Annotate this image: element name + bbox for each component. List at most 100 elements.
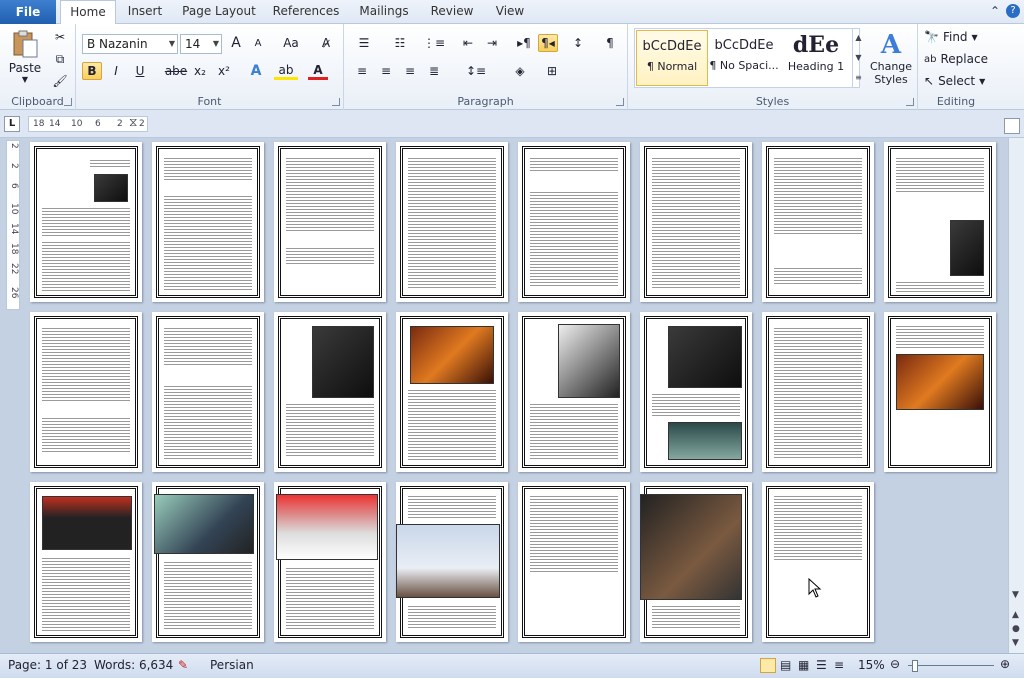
superscript-button[interactable]: x² <box>214 62 234 80</box>
replace-button[interactable]: ab Replace <box>924 50 994 68</box>
help-icon[interactable]: ? <box>1006 4 1020 18</box>
format-painter-button[interactable]: 🖌 <box>50 72 70 90</box>
tab-file[interactable]: File <box>0 0 56 24</box>
page-thumbnail[interactable] <box>274 482 386 642</box>
tab-selector[interactable]: L <box>4 116 20 132</box>
styles-dialog-launcher[interactable] <box>906 98 914 106</box>
page-thumbnail[interactable] <box>640 142 752 302</box>
ltr-button[interactable]: ▸¶ <box>514 34 534 52</box>
tab-insert[interactable]: Insert <box>122 0 168 24</box>
page-thumbnail[interactable] <box>518 142 630 302</box>
clear-formatting-button[interactable]: A̷ <box>316 34 336 52</box>
page-thumbnail[interactable] <box>30 142 142 302</box>
page-thumbnail[interactable] <box>884 142 996 302</box>
page-thumbnail[interactable] <box>152 142 264 302</box>
tab-review[interactable]: Review <box>424 0 480 24</box>
paragraph-dialog-launcher[interactable] <box>616 98 624 106</box>
page-thumbnail[interactable] <box>396 312 508 472</box>
zoom-out-icon[interactable]: ⊖ <box>890 657 900 671</box>
page-thumbnail[interactable] <box>640 482 752 642</box>
zoom-in-icon[interactable]: ⊕ <box>1000 657 1010 671</box>
italic-button[interactable]: I <box>106 62 126 80</box>
page-thumbnail[interactable] <box>518 312 630 472</box>
highlight-button[interactable]: ab <box>274 62 298 80</box>
page-thumbnail[interactable] <box>884 312 996 472</box>
font-dialog-launcher[interactable] <box>332 98 340 106</box>
paste-button[interactable]: Paste ▼ <box>6 28 44 84</box>
change-case-button[interactable]: Aa <box>278 34 304 52</box>
page-thumbnail[interactable] <box>30 482 142 642</box>
page-counter[interactable]: Page: 1 of 23 <box>8 658 87 672</box>
numbering-button[interactable]: ☷ <box>388 34 412 52</box>
outline-view-icon[interactable]: ☰ <box>816 658 827 672</box>
word-count[interactable]: Words: 6,634 <box>94 658 173 672</box>
page-thumbnail[interactable] <box>274 312 386 472</box>
vertical-scrollbar[interactable]: ▼ ▲ ● ▼ <box>1008 138 1024 653</box>
shading-button[interactable]: ◈ <box>508 62 532 80</box>
zoom-slider-thumb[interactable] <box>912 660 918 672</box>
shrink-font-button[interactable]: A <box>248 34 268 52</box>
justify-button[interactable]: ≣ <box>424 62 444 80</box>
borders-button[interactable]: ⊞ <box>540 62 564 80</box>
bullets-button[interactable]: ☰ <box>352 34 376 52</box>
full-screen-reading-icon[interactable]: ▤ <box>780 658 791 672</box>
minimize-ribbon-icon[interactable]: ⌃ <box>990 4 1000 18</box>
page-thumbnail[interactable] <box>152 482 264 642</box>
strikethrough-button[interactable]: abe <box>164 62 188 80</box>
view-ruler-toggle[interactable] <box>1004 118 1020 134</box>
rtl-button[interactable]: ¶◂ <box>538 34 558 52</box>
next-page-icon[interactable]: ▼ <box>1012 638 1019 648</box>
page-thumbnail[interactable] <box>396 482 508 642</box>
scroll-down-icon[interactable]: ▼ <box>1012 590 1019 600</box>
style-normal[interactable]: bCcDdEe ¶ Normal <box>636 30 708 86</box>
page-thumbnail[interactable] <box>274 142 386 302</box>
web-layout-icon[interactable]: ▦ <box>798 658 809 672</box>
tab-references[interactable]: References <box>268 0 344 24</box>
underline-button[interactable]: U <box>130 62 150 80</box>
copy-button[interactable]: ⧉ <box>50 50 70 68</box>
increase-indent-button[interactable]: ⇥ <box>482 34 502 52</box>
align-left-button[interactable]: ≡ <box>352 62 372 80</box>
page-thumbnail[interactable] <box>640 312 752 472</box>
style-heading-1[interactable]: dEe Heading 1 <box>780 30 852 86</box>
multilevel-list-button[interactable]: ⋮≡ <box>422 34 446 52</box>
sort-button[interactable]: ↕ <box>568 34 588 52</box>
page-thumbnail[interactable] <box>518 482 630 642</box>
horizontal-ruler[interactable]: 18 14 10 6 2 2 ⧖ <box>28 115 148 132</box>
proofing-icon[interactable]: ✎ <box>178 658 188 672</box>
print-layout-view-icon[interactable] <box>760 658 776 673</box>
font-name-combo[interactable]: B Nazanin ▼ <box>82 34 178 54</box>
clipboard-dialog-launcher[interactable] <box>64 98 72 106</box>
page-thumbnail[interactable] <box>152 312 264 472</box>
change-styles-button[interactable]: A Change Styles <box>868 26 914 90</box>
vertical-ruler[interactable]: 2 2 6 10 14 18 22 26 <box>6 140 20 310</box>
align-center-button[interactable]: ≡ <box>376 62 396 80</box>
select-button[interactable]: ↖ Select ▼ <box>924 72 990 90</box>
cut-button[interactable]: ✂ <box>50 28 70 46</box>
tab-home[interactable]: Home <box>60 0 116 25</box>
page-thumbnail[interactable] <box>762 312 874 472</box>
draft-view-icon[interactable]: ≡ <box>834 658 844 672</box>
document-workspace[interactable]: 2 2 6 10 14 18 22 26 ▼ ▲ ● ▼ <box>0 138 1024 653</box>
tab-page-layout[interactable]: Page Layout <box>176 0 262 24</box>
zoom-slider[interactable]: ⊖ ⊕ <box>890 657 1010 672</box>
subscript-button[interactable]: x₂ <box>190 62 210 80</box>
indent-marker-icon[interactable]: ⧖ <box>129 115 137 130</box>
page-thumbnail[interactable] <box>30 312 142 472</box>
decrease-indent-button[interactable]: ⇤ <box>458 34 478 52</box>
tab-view[interactable]: View <box>488 0 532 24</box>
grow-font-button[interactable]: A <box>226 34 246 52</box>
browse-object-icon[interactable]: ● <box>1012 624 1020 634</box>
page-thumbnail[interactable] <box>762 142 874 302</box>
zoom-level[interactable]: 15% <box>858 658 885 672</box>
bold-button[interactable]: B <box>82 62 102 80</box>
style-no-spacing[interactable]: bCcDdEe ¶ No Spaci... <box>708 30 780 86</box>
tab-mailings[interactable]: Mailings <box>354 0 414 24</box>
page-thumbnail[interactable] <box>396 142 508 302</box>
font-color-button[interactable]: A <box>308 62 328 80</box>
text-effects-button[interactable]: A <box>246 62 266 80</box>
styles-gallery-scroll[interactable]: ▲ ▼ ≡ <box>852 28 864 88</box>
language-indicator[interactable]: Persian <box>210 658 254 672</box>
line-spacing-button[interactable]: ↕≡ <box>464 62 488 80</box>
find-button[interactable]: 🔭 Find ▼ <box>924 28 990 46</box>
